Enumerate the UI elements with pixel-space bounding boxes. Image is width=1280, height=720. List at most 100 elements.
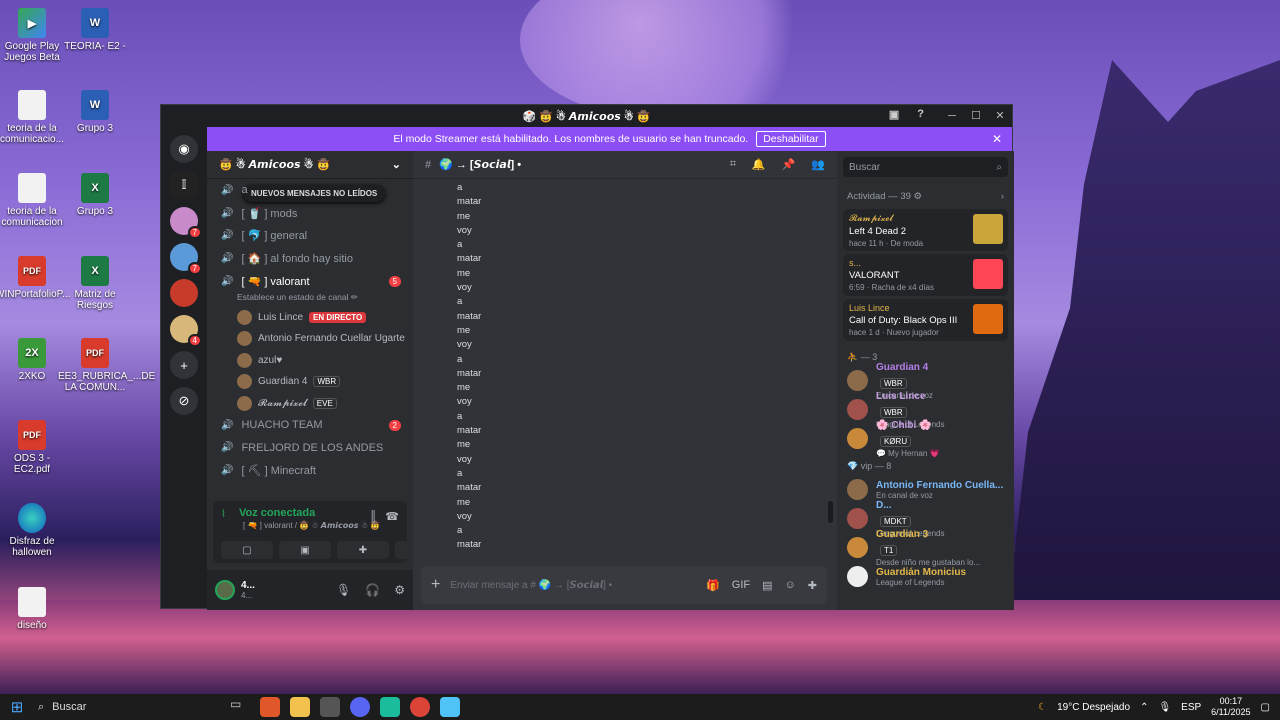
camera-button[interactable]: ▢ bbox=[221, 541, 273, 559]
inbox-icon[interactable]: ▣ bbox=[889, 108, 899, 121]
voice-channel[interactable]: 🔊 [ 🥤 ] mods bbox=[207, 202, 413, 225]
server-icon[interactable]: 7 bbox=[170, 207, 202, 239]
app-icon[interactable] bbox=[320, 697, 340, 717]
voice-channel[interactable]: 🔊 FRELJORD DE LOS ANDES bbox=[207, 437, 413, 460]
disconnect-icon[interactable]: ☎ bbox=[385, 510, 399, 523]
file-icon: PDF bbox=[18, 420, 46, 450]
channel-name: [ 🔫 ] valorant bbox=[241, 275, 310, 288]
disable-button[interactable]: Deshabilitar bbox=[756, 131, 826, 147]
voice-channel[interactable]: 🔊 a bbox=[207, 179, 413, 202]
headphones-icon[interactable]: 🎧 bbox=[365, 583, 380, 597]
member-item[interactable]: Guardián Monicius League of Legends bbox=[837, 562, 1014, 591]
activity-card[interactable]: Luis Lince Call of Duty: Black Ops III hac… bbox=[843, 299, 1008, 341]
threads-icon[interactable]: ⌗ bbox=[730, 158, 736, 171]
server-icon[interactable]: 𝕀 bbox=[170, 171, 198, 199]
discord-icon[interactable] bbox=[350, 697, 370, 717]
voice-user[interactable]: azul♥ bbox=[207, 349, 413, 371]
help-icon[interactable]: ? bbox=[917, 108, 924, 121]
voice-channel[interactable]: 🔊 [ 🏠 ] al fondo hay sitio bbox=[207, 247, 413, 270]
voice-user[interactable]: Guardian 4 WBR bbox=[207, 371, 413, 393]
clan-tag: EVE bbox=[312, 397, 337, 409]
discord-home-icon[interactable]: ◉ bbox=[170, 135, 198, 163]
member-name: Luis Lince bbox=[876, 390, 926, 402]
clan-tag: WBR bbox=[880, 406, 907, 418]
gif-icon[interactable]: GIF bbox=[732, 579, 750, 592]
task-view-icon[interactable]: ▭ bbox=[230, 697, 250, 717]
chevron-right-icon[interactable]: › bbox=[1001, 191, 1004, 202]
desktop-icon[interactable]: diseño bbox=[0, 587, 69, 631]
scrollbar[interactable] bbox=[828, 501, 833, 523]
windows-start-icon[interactable]: ⊞ bbox=[0, 698, 34, 716]
weather-text[interactable]: 19°C Despejado bbox=[1057, 702, 1130, 713]
chevron-up-icon[interactable]: ⌃ bbox=[1140, 702, 1148, 713]
unread-badge: 2 bbox=[388, 419, 401, 431]
close-icon[interactable]: ✕ bbox=[992, 132, 1002, 146]
file-icon bbox=[18, 173, 46, 203]
maximize-button[interactable]: ☐ bbox=[964, 105, 988, 127]
member-item[interactable]: 🌸 Chibi 🌸 KØRU 💬 My Hernan 💗 bbox=[837, 420, 1014, 458]
message-line: voy bbox=[457, 224, 472, 236]
explore-icon[interactable]: ⊘ bbox=[170, 387, 198, 415]
notification-icon[interactable]: ▢ bbox=[1261, 702, 1270, 713]
badge: 4 bbox=[187, 334, 202, 347]
voice-channel[interactable]: 🔊 [ 🔫 ] valorant 5 bbox=[207, 270, 413, 293]
taskbar-search[interactable]: ⌕ Buscar bbox=[34, 694, 170, 720]
mic-icon[interactable]: 🎙 bbox=[336, 583, 351, 597]
voice-channel[interactable]: [ 🔫 ] valorant / 🤠 ☃ 𝘼𝙢𝙞𝙘𝙤𝙤𝙨 ☃ 🤠 bbox=[243, 521, 380, 530]
voice-user[interactable]: 𝓡𝓪𝓶𝓹𝓲𝔁𝓮𝓵 EVE bbox=[207, 392, 413, 414]
activity-card[interactable]: s... VALORANT 6:59 · Racha de x4 días bbox=[843, 254, 1008, 296]
chrome-icon[interactable] bbox=[410, 697, 430, 717]
plus-icon[interactable]: + bbox=[431, 576, 440, 594]
server-header[interactable]: 🤠 ☃ 𝘼𝙢𝙞𝙘𝙤𝙤𝙨 ☃ 🤠 ⌄ bbox=[207, 151, 413, 179]
server-icon[interactable]: 4 bbox=[170, 315, 202, 347]
user-name: 4... bbox=[241, 580, 255, 591]
apps-icon[interactable]: ✚ bbox=[808, 579, 817, 592]
activity-card[interactable]: 𝓡𝓪𝓶𝓹𝓲𝔁𝓮𝓵 Left 4 Dead 2 hace 11 h · De moda bbox=[843, 209, 1008, 251]
channel-name: [ 🥤 ] mods bbox=[241, 207, 298, 220]
desktop-icon[interactable]: X Grupo 3 bbox=[58, 173, 132, 217]
desktop-icon[interactable]: W TEORIA- E2 - bbox=[58, 8, 132, 52]
avatar[interactable] bbox=[215, 580, 235, 600]
bell-icon[interactable]: 🔔 bbox=[752, 158, 766, 171]
voice-user[interactable]: Antonio Fernando Cuellar Ugarte bbox=[207, 328, 413, 350]
voice-user[interactable]: Luis Lince EN DIRECTO bbox=[207, 306, 413, 328]
sticker-icon[interactable]: ▤ bbox=[762, 579, 772, 592]
desktop-icon[interactable]: Disfraz de hallowen bbox=[0, 503, 69, 558]
minimize-button[interactable]: ─ bbox=[940, 105, 964, 127]
language-indicator[interactable]: ESP bbox=[1181, 702, 1201, 713]
file-explorer-icon[interactable] bbox=[290, 697, 310, 717]
screen-share-button[interactable]: ▣ bbox=[279, 541, 331, 559]
channel-status-input[interactable]: Establece un estado de canal ✏ bbox=[207, 292, 413, 306]
server-icon[interactable] bbox=[170, 279, 198, 307]
avatar bbox=[237, 374, 252, 390]
emoji-icon[interactable]: ☺ bbox=[785, 579, 796, 592]
close-button[interactable]: ✕ bbox=[988, 105, 1012, 127]
noise-icon[interactable]: ║ bbox=[369, 511, 377, 523]
message-input[interactable]: Enviar mensaje a # 🌍 → [𝙎𝙤𝙘𝙞𝙖𝙡] • bbox=[450, 580, 612, 591]
add-server-icon[interactable]: + bbox=[170, 351, 198, 379]
signal-icon: ⌇ bbox=[221, 509, 226, 520]
members-icon[interactable]: 👥 bbox=[811, 158, 825, 171]
desktop-icon[interactable]: PDF EE3_RUBRICA_...DE LA COMUN... bbox=[58, 338, 155, 393]
voice-channel[interactable]: 🔊 [ ⛏ ] Minecraft bbox=[207, 459, 413, 479]
app-icon[interactable] bbox=[380, 697, 400, 717]
voice-channel[interactable]: 🔊 [ 🐬 ] general bbox=[207, 224, 413, 247]
activities-button[interactable]: ✚ bbox=[337, 541, 389, 559]
gear-icon[interactable]: ⚙ bbox=[394, 583, 405, 597]
desktop-icon[interactable]: PDF ODS 3 - EC2.pdf bbox=[0, 420, 69, 475]
file-icon: X bbox=[81, 256, 109, 286]
member-item[interactable]: Guardian 3 T1 Desde niño me gustaban lo... bbox=[837, 529, 1014, 567]
mic-icon[interactable]: 🎙 bbox=[1158, 702, 1171, 713]
speaker-icon: 🔊 bbox=[221, 184, 234, 196]
search-input[interactable]: Buscar ⌕ bbox=[843, 157, 1008, 177]
server-icon[interactable]: 7 bbox=[170, 243, 202, 275]
gift-icon[interactable]: 🎁 bbox=[706, 579, 720, 592]
brave-icon[interactable] bbox=[260, 697, 280, 717]
message-composer[interactable]: + Enviar mensaje a # 🌍 → [𝙎𝙤𝙘𝙞𝙖𝙡] • 🎁 GI… bbox=[421, 566, 827, 604]
pin-icon[interactable]: 📌 bbox=[782, 158, 796, 171]
desktop-icon[interactable]: X Matriz de Riesgos bbox=[58, 256, 132, 311]
voice-channel[interactable]: 🔊 HUACHO TEAM 2 bbox=[207, 414, 413, 437]
app-icon[interactable] bbox=[440, 697, 460, 717]
desktop-icon[interactable]: W Grupo 3 bbox=[58, 90, 132, 134]
clock[interactable]: 00:17 6/11/2025 bbox=[1211, 696, 1250, 718]
